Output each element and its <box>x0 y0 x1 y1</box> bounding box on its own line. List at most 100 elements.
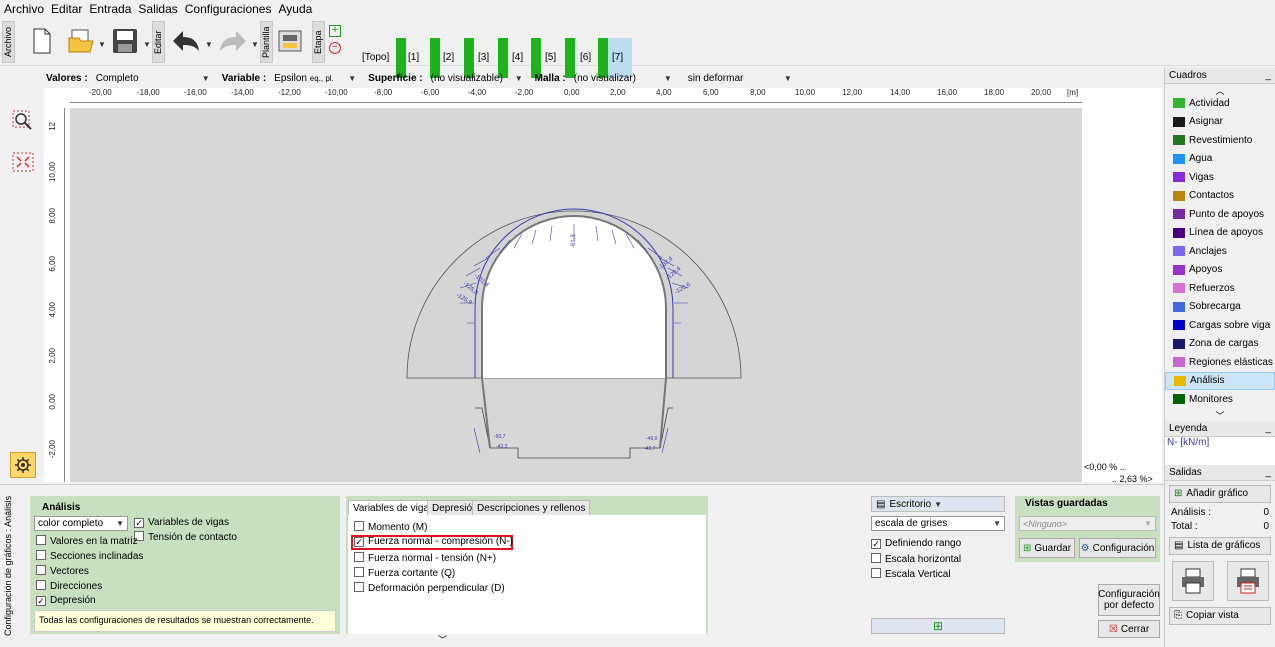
escritorio-dropdown[interactable]: ▤ Escritorio ▼ <box>871 496 1005 512</box>
menu-item[interactable]: Configuraciones <box>185 2 272 16</box>
cuadros-item[interactable]: Anclajes <box>1165 242 1275 261</box>
chk-depresion[interactable]: ✓ Depresión <box>36 595 96 606</box>
chk-fuerza-cortante[interactable]: Fuerza cortante (Q) <box>354 567 455 579</box>
leyenda-minimize-icon[interactable]: _ <box>1265 423 1271 434</box>
y-tick: -2,00 <box>48 440 57 459</box>
chk-definiendo-rango[interactable]: ✓ Definiendo rango <box>871 538 961 549</box>
cuadros-item[interactable]: Agua <box>1165 150 1275 169</box>
stage-2[interactable]: [2] <box>443 52 454 63</box>
tab-descripciones[interactable]: Descripciones y rellenos <box>472 500 591 516</box>
valores-dropdown[interactable]: Completo ▼ <box>92 70 214 86</box>
redo-icon[interactable] <box>217 26 249 56</box>
stage-3[interactable]: [3] <box>478 52 489 63</box>
escala-dropdown[interactable]: escala de grises ▼ <box>871 516 1005 531</box>
deform-dropdown[interactable]: sin deformar ▼ <box>684 70 796 86</box>
menu-item[interactable]: Ayuda <box>278 2 312 16</box>
cuadros-item[interactable]: Análisis <box>1165 371 1275 390</box>
cuadros-item-icon <box>1173 283 1185 294</box>
tab-variables-vigas[interactable]: Variables de vigas <box>348 500 439 516</box>
print-pdf-icon[interactable] <box>1226 560 1269 601</box>
scroll-down-icon[interactable]: ﹀ <box>1165 409 1275 421</box>
stage-1[interactable]: [1] <box>408 52 419 63</box>
add-stage-icon[interactable]: + <box>329 25 341 37</box>
cuadros-item[interactable]: Línea de apoyos <box>1165 224 1275 243</box>
save-icon[interactable] <box>110 26 140 56</box>
add-desktop-icon[interactable]: ⊞ <box>871 618 1005 634</box>
cuadros-item-label: Cargas sobre viga <box>1189 319 1271 331</box>
cuadros-item[interactable]: Zona de cargas <box>1165 335 1275 354</box>
cuadros-minimize-icon[interactable]: _ <box>1265 70 1271 81</box>
chk-momento[interactable]: Momento (M) <box>354 521 427 533</box>
template-icon[interactable] <box>276 26 306 56</box>
malla-dropdown[interactable]: (no visualizar) ▼ <box>570 70 676 86</box>
cuadros-item[interactable]: Refuerzos <box>1165 279 1275 298</box>
chk-direcciones[interactable]: Direcciones <box>36 580 102 592</box>
stage-topo[interactable]: [Topo] <box>362 52 389 63</box>
chk-escala-horizontal[interactable]: Escala horizontal <box>871 553 961 565</box>
configuracion-button[interactable]: ⚙ Configuración <box>1079 538 1156 558</box>
cuadros-item[interactable]: Regiones elásticas <box>1165 353 1275 372</box>
x-tick: -12,00 <box>278 88 301 97</box>
cuadros-item[interactable]: Monitores <box>1165 390 1275 409</box>
menu-item[interactable]: Archivo <box>4 2 44 16</box>
chk-fuerza-tension[interactable]: Fuerza normal - tensión (N+) <box>354 552 496 564</box>
cuadros-item[interactable]: Punto de apoyos <box>1165 205 1275 224</box>
undo-icon[interactable] <box>170 26 202 56</box>
cuadros-item-label: Apoyos <box>1189 264 1223 276</box>
drawing-canvas[interactable]: -61,3 -131,4 -125,0 -126,9 -132,4 -120,4… <box>70 108 1082 482</box>
cuadros-item-icon <box>1173 264 1185 275</box>
superficie-caret-icon: ▼ <box>514 73 523 83</box>
cuadros-item[interactable]: Sobrecarga <box>1165 298 1275 317</box>
stage-6[interactable]: [6] <box>580 52 591 63</box>
cuadros-item[interactable]: Actividad <box>1165 94 1275 113</box>
cuadros-item[interactable]: Asignar <box>1165 113 1275 132</box>
default-config-button[interactable]: Configuración por defecto <box>1098 584 1160 616</box>
stage-4[interactable]: [4] <box>512 52 523 63</box>
scroll-up-icon[interactable]: ︿ <box>1165 84 1275 96</box>
cuadros-item[interactable]: Revestimiento <box>1165 131 1275 150</box>
chk-vectores[interactable]: Vectores <box>36 565 89 577</box>
open-file-icon[interactable] <box>66 26 96 56</box>
chart-list-button[interactable]: ▤ Lista de gráficos <box>1169 536 1271 555</box>
archivo-group-label: Archivo <box>2 21 15 63</box>
salidas-minimize-icon[interactable]: _ <box>1265 467 1271 478</box>
print-icon[interactable] <box>1171 560 1214 601</box>
cuadros-item[interactable]: Apoyos <box>1165 261 1275 280</box>
redo-dropdown-icon[interactable]: ▼ <box>251 40 259 49</box>
chk-tension-contacto[interactable]: Tensión de contacto <box>134 531 237 543</box>
undo-dropdown-icon[interactable]: ▼ <box>205 40 213 49</box>
guardar-button[interactable]: ⊞ Guardar <box>1019 538 1075 558</box>
cuadros-item[interactable]: Vigas <box>1165 168 1275 187</box>
fit-view-icon[interactable] <box>12 152 34 175</box>
open-dropdown-icon[interactable]: ▼ <box>98 40 106 49</box>
x-tick: -20,00 <box>89 88 112 97</box>
menu-item[interactable]: Salidas <box>138 2 177 16</box>
collapse-panel-icon[interactable]: ﹀ <box>438 633 447 646</box>
zoom-icon[interactable] <box>12 110 34 135</box>
chk-secciones[interactable]: Secciones inclinadas <box>36 550 143 562</box>
cerrar-button[interactable]: ☒ Cerrar <box>1098 620 1160 638</box>
x-tick: 18,00 <box>984 88 1005 97</box>
copy-view-button[interactable]: ⎘ Copiar vista <box>1169 606 1271 625</box>
chk-variables-vigas[interactable]: ✓ Variables de vigas <box>134 517 229 528</box>
color-dropdown[interactable]: color completo ▼ <box>34 516 128 531</box>
settings-gear-icon[interactable] <box>10 452 36 478</box>
chk-valores-matriz[interactable]: Valores en la matriz <box>36 535 138 547</box>
new-file-icon[interactable] <box>30 26 54 56</box>
save-dropdown-icon[interactable]: ▼ <box>143 40 151 49</box>
superficie-dropdown[interactable]: (no visualizable) ▼ <box>427 70 527 86</box>
deform-caret-icon: ▼ <box>783 73 792 83</box>
stage-5[interactable]: [5] <box>545 52 556 63</box>
cuadros-item[interactable]: Cargas sobre viga <box>1165 316 1275 335</box>
menu-item[interactable]: Entrada <box>89 2 131 16</box>
vistas-dropdown[interactable]: <Ninguno> ▼ <box>1019 516 1156 531</box>
escritorio-caret-icon: ▼ <box>934 499 943 509</box>
cuadros-item[interactable]: Contactos <box>1165 187 1275 206</box>
remove-stage-icon[interactable]: − <box>329 42 341 54</box>
chk-fuerza-compresion[interactable]: ✓ Fuerza normal - compresión (N-) <box>354 536 513 547</box>
add-chart-button[interactable]: ⊞ Añadir gráfico <box>1169 484 1271 503</box>
variable-dropdown[interactable]: Epsilon eq., pl. ▼ <box>270 70 360 86</box>
chk-escala-vertical[interactable]: Escala Vertical <box>871 568 951 580</box>
menu-item[interactable]: Editar <box>51 2 82 16</box>
chk-deformacion[interactable]: Deformación perpendicular (D) <box>354 582 505 594</box>
